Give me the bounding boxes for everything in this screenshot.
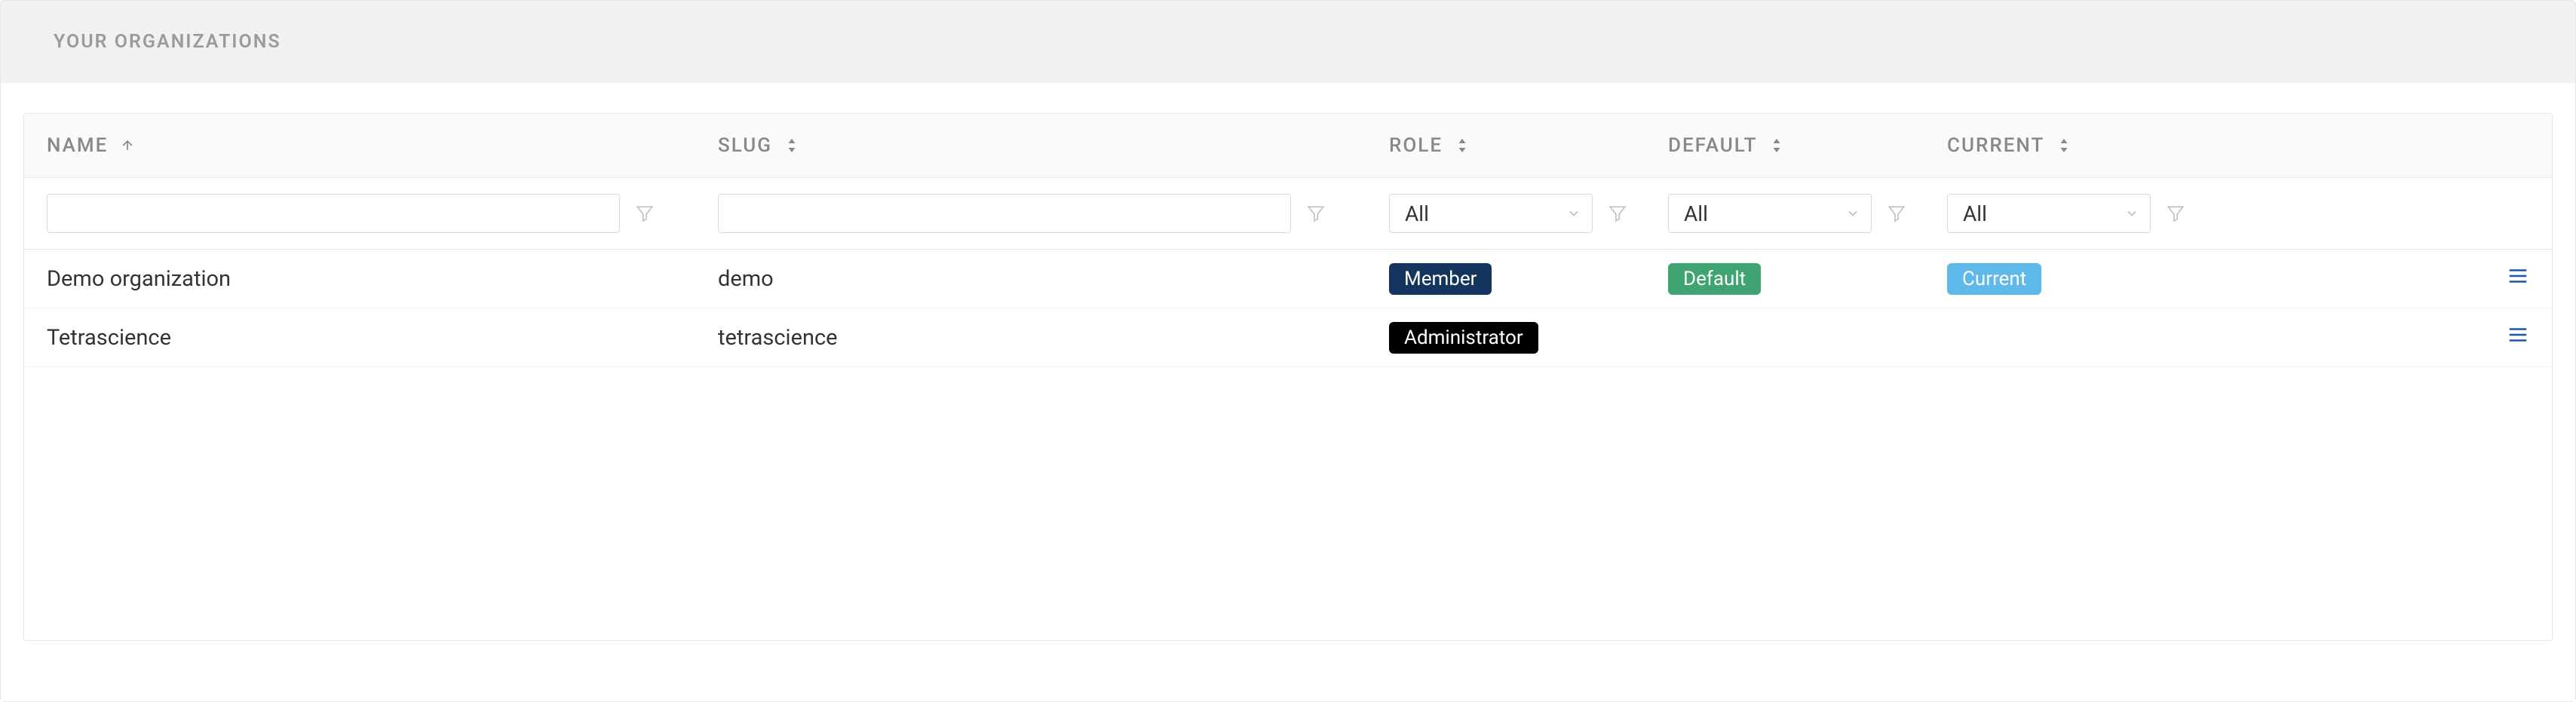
panel-body: NAME SLUG ROLE (1, 83, 2575, 701)
table-filter-row: All All (24, 178, 2552, 250)
chevron-down-icon (1845, 206, 1860, 221)
current-badge: Current (1947, 263, 2041, 295)
column-header-default[interactable]: DEFAULT (1668, 134, 1947, 157)
column-header-label: NAME (47, 134, 108, 157)
column-header-label: CURRENT (1947, 134, 2044, 157)
organizations-panel: YOUR ORGANIZATIONS NAME SLUG (0, 0, 2576, 702)
filter-icon[interactable] (2166, 204, 2185, 223)
filter-icon[interactable] (1608, 204, 1627, 223)
sort-icon (783, 136, 801, 155)
org-slug: tetrascience (718, 325, 838, 351)
column-header-slug[interactable]: SLUG (718, 134, 1389, 157)
table-header-row: NAME SLUG ROLE (24, 114, 2552, 178)
organizations-table: NAME SLUG ROLE (23, 113, 2553, 641)
row-menu-icon[interactable] (2507, 323, 2529, 346)
name-filter-input[interactable] (47, 194, 620, 233)
default-filter-select[interactable]: All (1668, 194, 1872, 233)
column-header-role[interactable]: ROLE (1389, 134, 1668, 157)
column-header-label: ROLE (1389, 134, 1443, 157)
sort-asc-icon (118, 136, 136, 155)
select-value: All (1963, 201, 1987, 226)
table-row: Demo organization demo Member Default Cu… (24, 250, 2552, 308)
row-menu-icon[interactable] (2507, 265, 2529, 287)
sort-icon (1768, 136, 1786, 155)
filter-icon[interactable] (1887, 204, 1906, 223)
select-value: All (1684, 201, 1708, 226)
column-header-label: SLUG (718, 134, 772, 157)
filter-icon[interactable] (1306, 204, 1326, 223)
org-name: Demo organization (47, 266, 231, 292)
slug-filter-input[interactable] (718, 194, 1291, 233)
role-badge: Administrator (1389, 322, 1538, 354)
panel-title: YOUR ORGANIZATIONS (54, 31, 2522, 53)
chevron-down-icon (2124, 206, 2139, 221)
filter-icon[interactable] (635, 204, 655, 223)
sort-icon (1453, 136, 1471, 155)
role-filter-select[interactable]: All (1389, 194, 1593, 233)
org-slug: demo (718, 266, 774, 292)
select-value: All (1405, 201, 1429, 226)
sort-icon (2055, 136, 2073, 155)
default-badge: Default (1668, 263, 1761, 295)
current-filter-select[interactable]: All (1947, 194, 2151, 233)
panel-header: YOUR ORGANIZATIONS (1, 1, 2575, 83)
column-header-label: DEFAULT (1668, 134, 1757, 157)
table-row: Tetrascience tetrascience Administrator (24, 308, 2552, 367)
chevron-down-icon (1566, 206, 1581, 221)
column-header-name[interactable]: NAME (47, 134, 718, 157)
role-badge: Member (1389, 263, 1492, 295)
column-header-current[interactable]: CURRENT (1947, 134, 2226, 157)
org-name: Tetrascience (47, 325, 171, 351)
